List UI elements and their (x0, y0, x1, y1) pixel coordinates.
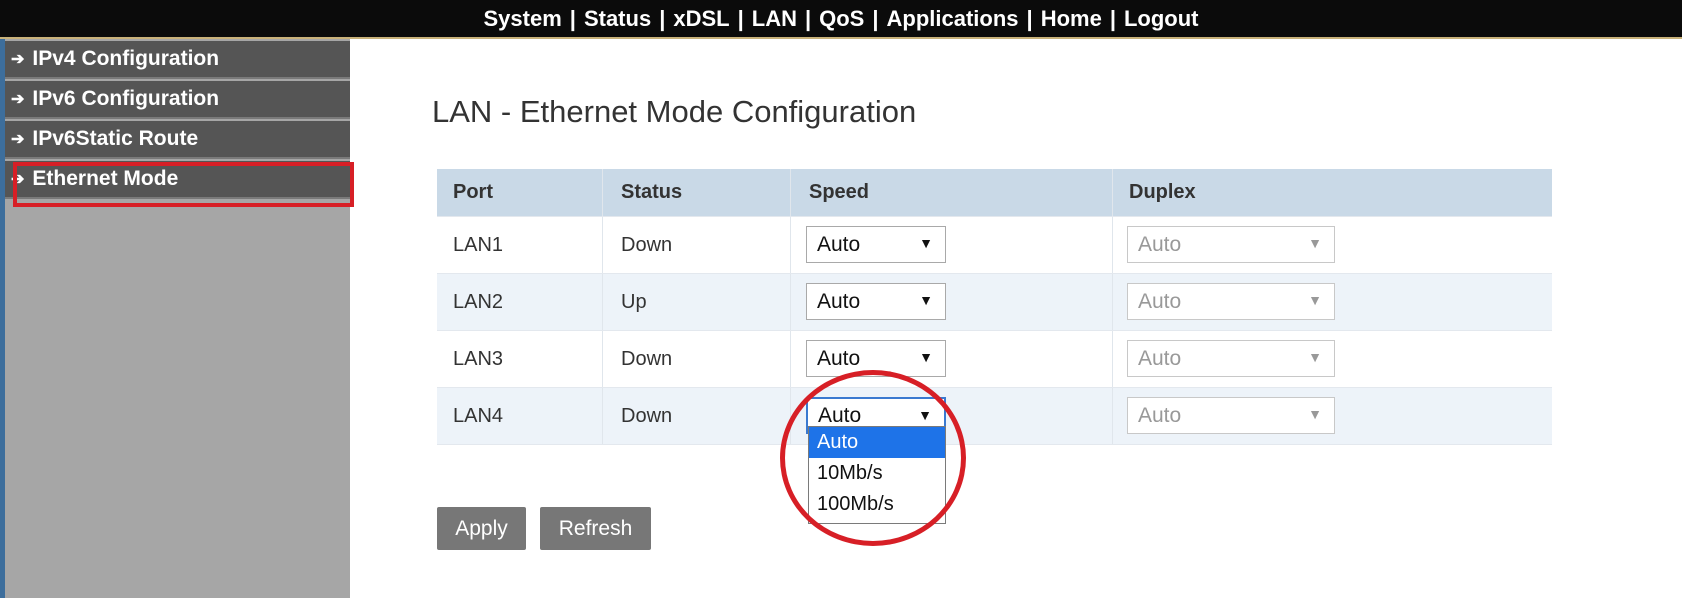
header-duplex: Duplex (1129, 181, 1196, 203)
duplex-select-value: Auto (1138, 289, 1182, 313)
arrow-right-icon: ➔ (11, 131, 25, 148)
header-port: Port (453, 181, 493, 203)
column-divider (1112, 217, 1113, 273)
annotation-highlight-circle (780, 370, 966, 546)
nav-separator: | (872, 5, 879, 31)
sidebar-item-ipv6-static-route[interactable]: ➔ IPv6Static Route (5, 121, 350, 159)
sidebar-item-label: IPv4 Configuration (32, 47, 220, 70)
port-cell: LAN3 (453, 347, 504, 370)
port-cell: LAN2 (453, 290, 504, 313)
table-row: LAN3 Down Auto ▼ Auto ▼ (437, 331, 1552, 388)
column-divider (602, 169, 603, 216)
top-nav: System | Status | xDSL | LAN | QoS | Applicat… (484, 6, 1199, 32)
column-divider (790, 217, 791, 273)
column-divider (1112, 169, 1113, 216)
sidebar-item-ipv4-configuration[interactable]: ➔ IPv4 Configuration (5, 41, 350, 79)
refresh-button[interactable]: Refresh (540, 507, 651, 550)
chevron-down-icon: ▼ (919, 235, 933, 251)
nav-separator: | (737, 5, 744, 31)
duplex-select: Auto ▼ (1127, 397, 1335, 434)
nav-separator: | (659, 5, 666, 31)
chevron-down-icon: ▼ (1308, 235, 1322, 251)
sidebar-item-ipv6-configuration[interactable]: ➔ IPv6 Configuration (5, 81, 350, 119)
status-cell: Down (621, 347, 673, 370)
nav-xdsl[interactable]: xDSL (673, 6, 729, 32)
nav-separator: | (804, 5, 812, 31)
nav-status[interactable]: Status (584, 6, 651, 32)
speed-select[interactable]: Auto ▼ (806, 226, 946, 263)
ethernet-mode-table: Port Status Speed Duplex LAN1 Down Auto … (437, 169, 1552, 445)
chevron-down-icon: ▼ (919, 349, 933, 365)
status-cell: Down (621, 404, 673, 427)
column-divider (602, 388, 603, 444)
arrow-right-icon: ➔ (11, 51, 25, 68)
duplex-select: Auto ▼ (1127, 340, 1335, 377)
column-divider (602, 331, 603, 387)
nav-separator: | (1026, 5, 1033, 31)
status-cell: Down (621, 233, 673, 256)
table-row: LAN4 Down Auto ▼ Auto ▼ (437, 388, 1552, 445)
nav-applications[interactable]: Applications (887, 6, 1019, 32)
table-row: LAN2 Up Auto ▼ Auto ▼ (437, 274, 1552, 331)
nav-system[interactable]: System (484, 6, 562, 32)
apply-button[interactable]: Apply (437, 507, 526, 550)
nav-separator: | (569, 5, 576, 31)
sidebar: ➔ IPv4 Configuration ➔ IPv6 Configuratio… (5, 39, 350, 598)
arrow-right-icon: ➔ (11, 91, 25, 108)
port-cell: LAN1 (453, 233, 504, 256)
nav-home[interactable]: Home (1041, 6, 1102, 32)
speed-select-value: Auto (817, 346, 861, 370)
duplex-select-value: Auto (1138, 403, 1182, 427)
header-status: Status (621, 181, 683, 203)
port-cell: LAN4 (453, 404, 504, 427)
header-speed: Speed (809, 181, 870, 203)
table-header-row: Port Status Speed Duplex (437, 169, 1552, 217)
nav-logout[interactable]: Logout (1124, 6, 1199, 32)
page-title: LAN - Ethernet Mode Configuration (432, 94, 917, 129)
column-divider (1112, 331, 1113, 387)
column-divider (602, 274, 603, 330)
chevron-down-icon: ▼ (919, 292, 933, 308)
chevron-down-icon: ▼ (1308, 406, 1322, 422)
top-navigation-bar: System | Status | xDSL | LAN | QoS | Applicat… (0, 0, 1682, 39)
sidebar-item-label: IPv6 Configuration (32, 87, 220, 110)
duplex-select-value: Auto (1138, 346, 1182, 370)
column-divider (790, 274, 791, 330)
speed-select-value: Auto (817, 232, 861, 256)
column-divider (1112, 274, 1113, 330)
duplex-select: Auto ▼ (1127, 283, 1335, 320)
table-row: LAN1 Down Auto ▼ Auto ▼ (437, 217, 1552, 274)
sidebar-item-label: IPv6Static Route (32, 127, 199, 150)
chevron-down-icon: ▼ (1308, 349, 1322, 365)
column-divider (602, 217, 603, 273)
nav-lan[interactable]: LAN (752, 6, 797, 32)
duplex-select: Auto ▼ (1127, 226, 1335, 263)
column-divider (790, 331, 791, 387)
speed-select-value: Auto (817, 289, 861, 313)
column-divider (790, 169, 791, 216)
column-divider (1112, 388, 1113, 444)
speed-select[interactable]: Auto ▼ (806, 283, 946, 320)
nav-qos[interactable]: QoS (819, 6, 864, 32)
chevron-down-icon: ▼ (1308, 292, 1322, 308)
annotation-highlight-box (13, 162, 354, 207)
duplex-select-value: Auto (1138, 232, 1182, 256)
status-cell: Up (621, 290, 647, 313)
nav-separator: | (1109, 5, 1116, 31)
